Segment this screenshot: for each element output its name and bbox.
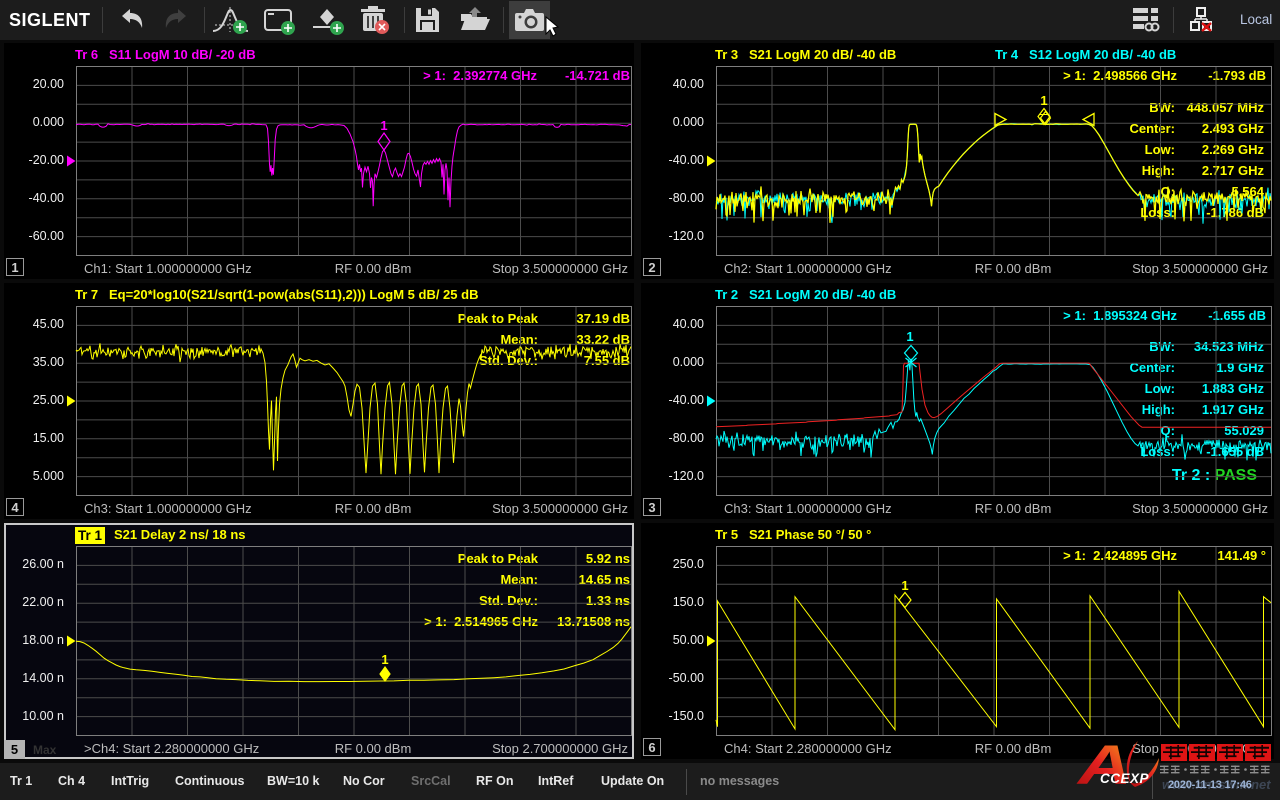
svg-text:CCEXP: CCEXP bbox=[1100, 771, 1150, 786]
svg-text:A: A bbox=[1076, 738, 1132, 796]
